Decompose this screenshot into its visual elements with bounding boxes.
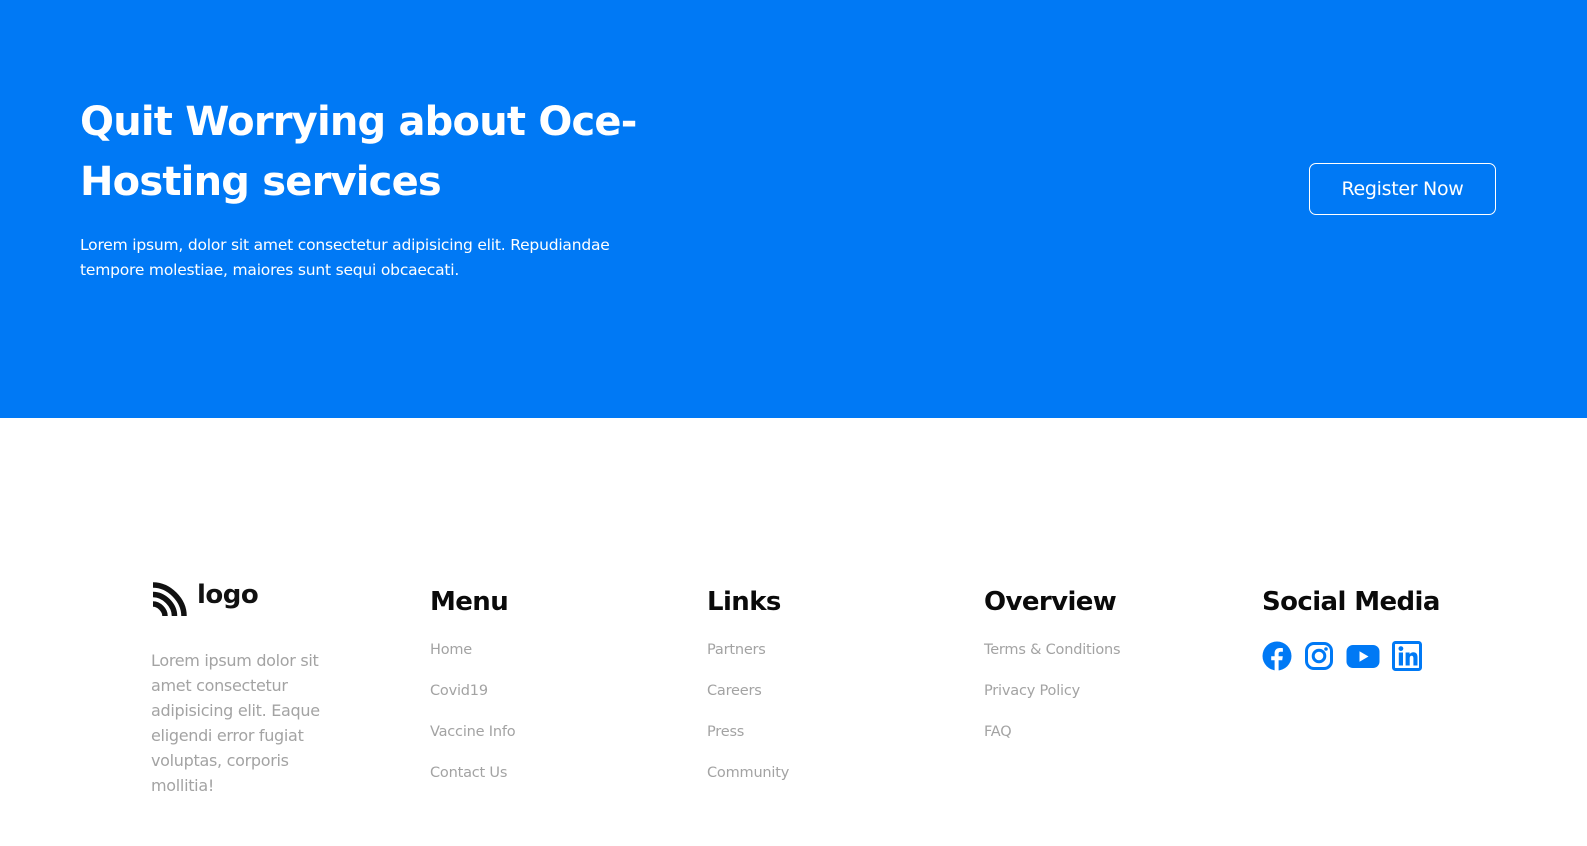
list-item: Partners (707, 640, 789, 681)
list-item: Covid19 (430, 681, 515, 722)
footer-about-text: Lorem ipsum dolor sit amet consectetur a… (151, 651, 320, 795)
link-community[interactable]: Community (707, 765, 789, 781)
list-item: Home (430, 640, 515, 681)
link-privacy-policy[interactable]: Privacy Policy (984, 683, 1080, 699)
facebook-icon[interactable] (1262, 641, 1292, 671)
overview-heading: Overview (984, 587, 1117, 617)
list-item: FAQ (984, 722, 1120, 763)
linkedin-icon[interactable] (1392, 641, 1422, 671)
logo-text: logo (197, 580, 259, 610)
instagram-icon[interactable] (1304, 641, 1334, 671)
hero-description: Lorem ipsum, dolor sit amet consectetur … (80, 236, 610, 279)
hero-banner: Quit Worrying about Oce-Hosting services… (0, 0, 1587, 418)
list-item: Press (707, 722, 789, 763)
menu-heading: Menu (430, 587, 509, 617)
links-heading: Links (707, 587, 781, 617)
link-press[interactable]: Press (707, 724, 744, 740)
list-item: Privacy Policy (984, 681, 1120, 722)
list-item: Community (707, 763, 789, 804)
social-icons (1262, 641, 1422, 671)
list-item: Contact Us (430, 763, 515, 804)
logo-icon (152, 582, 187, 617)
hero-title: Quit Worrying about Oce-Hosting services (80, 99, 637, 205)
link-faq[interactable]: FAQ (984, 724, 1012, 740)
menu-link-home[interactable]: Home (430, 642, 472, 658)
link-careers[interactable]: Careers (707, 683, 762, 699)
menu-list: Home Covid19 Vaccine Info Contact Us (430, 640, 516, 804)
social-media-heading: Social Media (1262, 587, 1440, 617)
youtube-icon[interactable] (1346, 641, 1380, 671)
links-list: Partners Careers Press Community (707, 640, 789, 804)
overview-list: Terms & Conditions Privacy Policy FAQ (984, 640, 1121, 763)
list-item: Terms & Conditions (984, 640, 1121, 681)
menu-link-covid19[interactable]: Covid19 (430, 683, 488, 699)
register-now-button[interactable]: Register Now (1309, 163, 1496, 215)
footer-logo[interactable]: logo (151, 580, 259, 618)
link-terms-conditions[interactable]: Terms & Conditions (984, 642, 1121, 658)
menu-link-contact-us[interactable]: Contact Us (430, 765, 507, 781)
link-partners[interactable]: Partners (707, 642, 766, 658)
menu-link-vaccine-info[interactable]: Vaccine Info (430, 724, 516, 740)
list-item: Vaccine Info (430, 722, 516, 763)
list-item: Careers (707, 681, 789, 722)
